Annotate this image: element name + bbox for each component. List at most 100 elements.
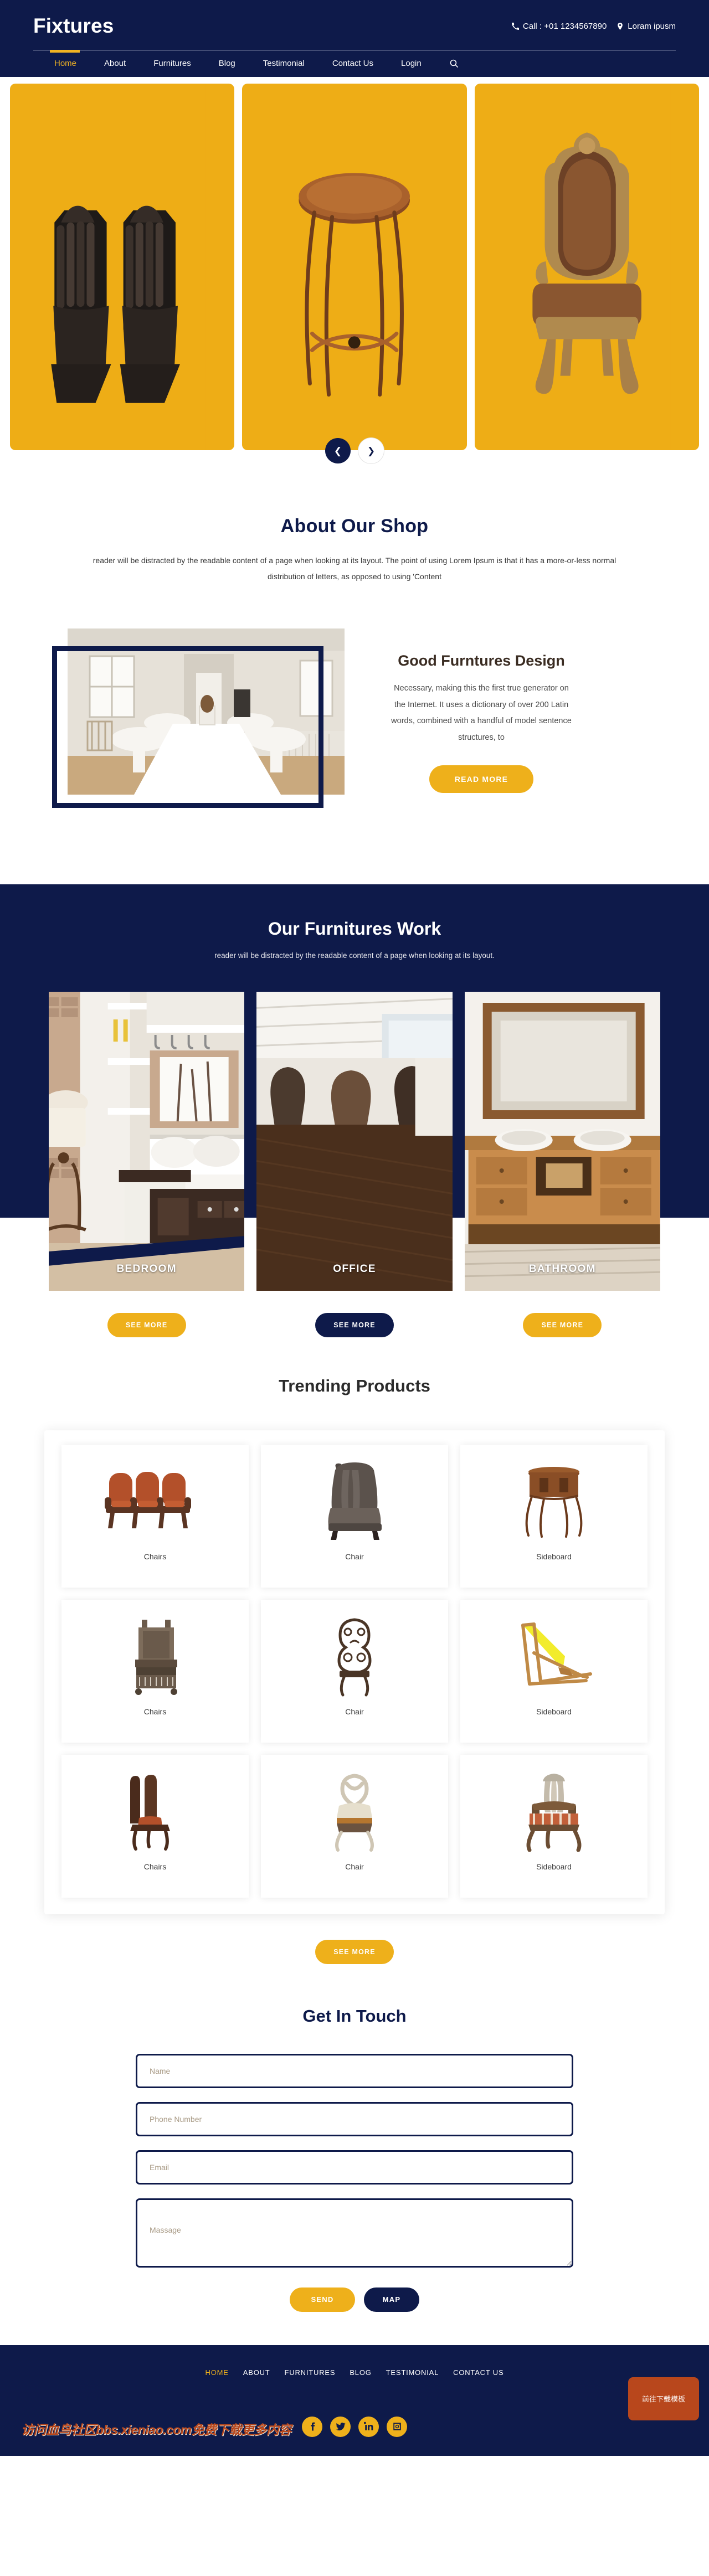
hero-slide-3[interactable] — [474, 84, 699, 450]
bedroom-entry-bench-shelving-image — [49, 991, 245, 1291]
nav-item-about[interactable]: About — [104, 57, 141, 70]
header-phone-label: Call : +01 1234567890 — [522, 21, 607, 31]
footer-nav: HOME ABOUT FURNITURES BLOG TESTIMONIAL C… — [0, 2368, 709, 2377]
product-card[interactable]: Sideboard — [460, 1599, 648, 1743]
arrow-left-icon[interactable]: ❮ — [325, 438, 351, 463]
nav-item-testimonial[interactable]: Testimonial — [263, 57, 320, 70]
work-card-label-bathroom: BATHROOM — [528, 1263, 596, 1275]
map-button[interactable]: MAP — [364, 2287, 419, 2312]
site-header: Fixtures Call : +01 1234567890 Loram ipu… — [0, 0, 709, 77]
trending-products-section: Trending Products Chairs Chair Sideboard… — [0, 1337, 709, 1964]
read-more-button[interactable]: READ MORE — [429, 765, 533, 793]
trending-products-panel: Chairs Chair Sideboard Chairs Chair Side… — [44, 1430, 665, 1914]
work-card-row: BEDROOM OFFICE BATHROOM — [0, 991, 709, 1291]
round-wooden-pedestal-table-image — [271, 84, 438, 450]
product-thumbnail — [466, 1615, 642, 1698]
product-card[interactable]: Chairs — [61, 1754, 249, 1898]
product-label: Chair — [345, 1552, 364, 1561]
cream-upholstered-loop-back-chair-image — [335, 1774, 374, 1852]
message-textarea[interactable] — [136, 2198, 573, 2268]
work-card-bedroom[interactable]: BEDROOM — [49, 991, 245, 1291]
ornate-gilded-throne-armchair-image — [503, 84, 670, 450]
product-card[interactable]: Sideboard — [460, 1754, 648, 1898]
contact-button-row: SEND MAP — [0, 2287, 709, 2312]
about-section: About Our Shop reader will be distracted… — [0, 450, 709, 817]
hero-slide-row — [10, 84, 699, 450]
product-thumbnail — [466, 1770, 642, 1853]
product-card[interactable]: Chairs — [61, 1444, 249, 1588]
facebook-icon[interactable] — [302, 2416, 322, 2437]
footer-nav-about[interactable]: ABOUT — [243, 2368, 270, 2377]
trending-see-more-wrapper: SEE MORE — [0, 1939, 709, 1964]
about-text-block: Good Furntures Design Necessary, making … — [351, 652, 573, 793]
footer-nav-home[interactable]: HOME — [205, 2368, 229, 2377]
product-card[interactable]: Chair — [261, 1444, 448, 1588]
work-title: Our Furnitures Work — [268, 918, 441, 939]
nav-item-blog[interactable]: Blog — [219, 57, 251, 70]
trending-title: Trending Products — [279, 1375, 430, 1395]
pair-of-dark-wood-chairs-image — [130, 1775, 170, 1851]
work-card-label-bedroom: BEDROOM — [116, 1263, 177, 1275]
about-image-wrapper — [52, 628, 351, 817]
phone-input[interactable] — [136, 2101, 573, 2136]
footer-nav-contact-us[interactable]: CONTACT US — [453, 2368, 504, 2377]
phone-icon — [511, 22, 519, 30]
product-card[interactable]: Sideboard — [460, 1444, 648, 1588]
header-location[interactable]: Loram ipusm — [616, 22, 676, 31]
header-top-bar: Fixtures Call : +01 1234567890 Loram ipu… — [33, 0, 676, 50]
nav-item-furnitures[interactable]: Furnitures — [153, 57, 207, 70]
send-button[interactable]: SEND — [290, 2287, 355, 2312]
arrow-right-icon[interactable]: ❯ — [358, 438, 384, 463]
row-of-three-orange-armchairs-image — [105, 1471, 191, 1528]
product-label: Chairs — [143, 1862, 167, 1871]
product-thumbnail — [67, 1460, 243, 1543]
work-card-office[interactable]: OFFICE — [256, 991, 453, 1291]
see-more-button-bathroom[interactable]: SEE MORE — [523, 1312, 602, 1337]
download-template-badge[interactable]: 前往下载模板 — [628, 2377, 699, 2420]
product-card[interactable]: Chairs — [61, 1599, 249, 1743]
contact-form — [136, 2053, 573, 2268]
hero-slide-2[interactable] — [242, 84, 467, 450]
product-card[interactable]: Chair — [261, 1754, 448, 1898]
furnitures-work-section: Our Furnitures Work reader will be distr… — [0, 884, 709, 1337]
nav-item-login[interactable]: Login — [401, 57, 437, 70]
product-thumbnail — [466, 1460, 642, 1543]
work-card-label-office: OFFICE — [333, 1263, 376, 1275]
linkedin-icon[interactable] — [358, 2416, 379, 2437]
twitter-icon[interactable] — [330, 2416, 351, 2437]
site-logo[interactable]: Fixtures — [33, 14, 114, 38]
header-location-label: Loram ipusm — [628, 21, 676, 31]
header-contact-info: Call : +01 1234567890 Loram ipusm — [511, 21, 676, 31]
iron-scrollwork-chair-image — [337, 1618, 372, 1697]
header-phone[interactable]: Call : +01 1234567890 — [511, 21, 607, 31]
nav-item-home[interactable]: Home — [49, 50, 92, 70]
see-more-button-bedroom[interactable]: SEE MORE — [107, 1312, 186, 1337]
product-card[interactable]: Chair — [261, 1599, 448, 1743]
about-interior-image — [68, 628, 345, 795]
see-more-button-trending[interactable]: SEE MORE — [315, 1939, 394, 1964]
footer-nav-testimonial[interactable]: TESTIMONIAL — [386, 2368, 439, 2377]
bathroom-double-vanity-mirror-image — [464, 991, 660, 1291]
site-footer: HOME ABOUT FURNITURES BLOG TESTIMONIAL C… — [0, 2345, 709, 2456]
black-leather-recliner-chairs-image — [39, 84, 206, 450]
contact-section: Get In Touch SEND MAP — [0, 1964, 709, 2312]
about-subtitle: reader will be distracted by the readabl… — [93, 556, 616, 581]
see-more-button-office[interactable]: SEE MORE — [315, 1312, 394, 1337]
contact-title: Get In Touch — [302, 2006, 407, 2026]
footer-nav-furnitures[interactable]: FURNITURES — [285, 2368, 336, 2377]
search-icon[interactable] — [449, 59, 459, 68]
about-heading: Good Furntures Design — [398, 652, 565, 669]
carved-striped-seat-armchair-image — [526, 1774, 582, 1852]
product-label: Sideboard — [536, 1707, 572, 1716]
product-thumbnail — [67, 1770, 243, 1853]
nav-item-contact-us[interactable]: Contact Us — [332, 57, 389, 70]
product-label: Sideboard — [536, 1862, 572, 1871]
small-round-side-table-image — [525, 1467, 583, 1538]
footer-nav-blog[interactable]: BLOG — [350, 2368, 371, 2377]
name-input[interactable] — [136, 2053, 573, 2088]
work-card-bathroom[interactable]: BATHROOM — [464, 991, 660, 1291]
email-input[interactable] — [136, 2150, 573, 2185]
hero-slide-1[interactable] — [10, 84, 235, 450]
about-content-block: Good Furntures Design Necessary, making … — [0, 585, 709, 817]
instagram-icon[interactable] — [387, 2416, 407, 2437]
